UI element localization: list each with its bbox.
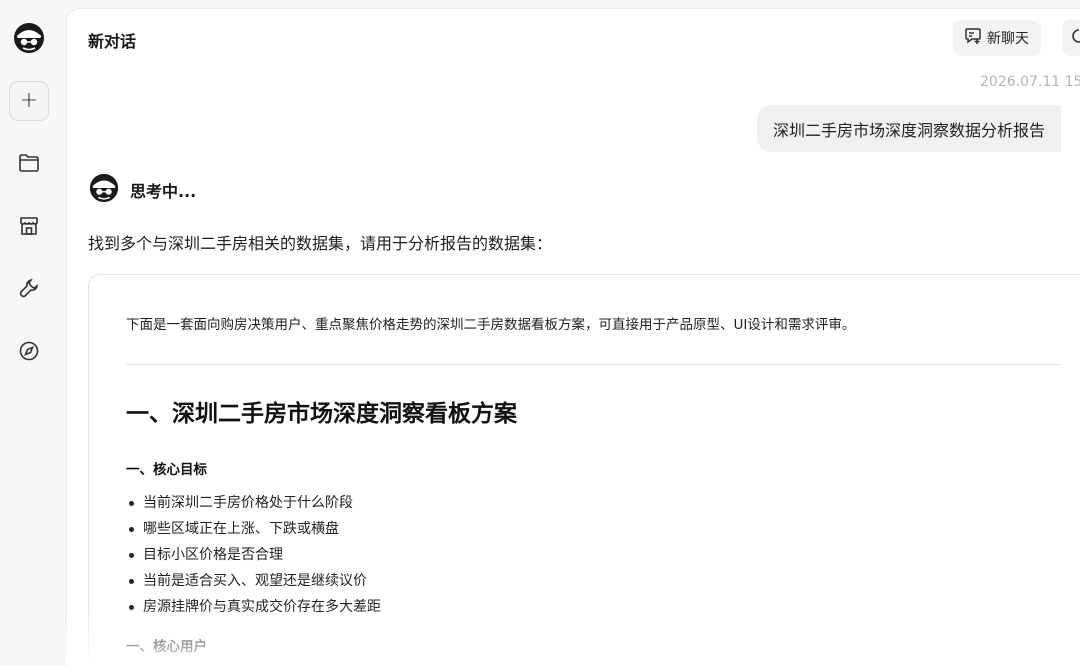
- report-card: 下面是一套面向购房决策用户、重点聚焦价格走势的深圳二手房数据看板方案，可直接用于…: [88, 274, 1080, 666]
- section-title-goals: 一、核心目标: [126, 462, 207, 478]
- list-item: 目标小区价格是否合理: [129, 542, 381, 568]
- new-chat-label: 新聊天: [987, 31, 1029, 47]
- card-heading: 一、深圳二手房市场深度洞察看板方案: [126, 401, 517, 427]
- user-message-bubble: 深圳二手房市场深度洞察数据分析报告: [757, 105, 1062, 152]
- wrench-icon[interactable]: [9, 268, 49, 308]
- list-item: 哪些区域正在上涨、下跌或横盘: [129, 516, 381, 542]
- assistant-reply-text: 找到多个与深圳二手房相关的数据集，请用于分析报告的数据集：: [88, 234, 553, 253]
- history-button[interactable]: [1062, 20, 1080, 56]
- card-intro-text: 下面是一套面向购房决策用户、重点聚焦价格走势的深圳二手房数据看板方案，可直接用于…: [126, 317, 856, 333]
- divider: [126, 364, 1061, 365]
- store-icon[interactable]: [9, 206, 49, 246]
- page-title: 新对话: [88, 32, 137, 51]
- add-button[interactable]: +: [9, 81, 49, 121]
- chat-plus-icon: [963, 27, 983, 49]
- list-item: 当前是适合买入、观望还是继续议价: [129, 568, 381, 594]
- section-title-users: 一、核心用户: [126, 639, 207, 655]
- folder-icon[interactable]: [9, 143, 49, 183]
- compass-icon[interactable]: [9, 331, 49, 371]
- thinking-indicator: 思考中...: [88, 172, 196, 208]
- history-icon: [1070, 27, 1080, 49]
- thinking-label: 思考中...: [130, 182, 197, 201]
- sidebar: +: [0, 0, 66, 666]
- spy-avatar-icon[interactable]: [9, 18, 49, 58]
- list-item: 房源挂牌价与真实成交价存在多大差距: [129, 594, 381, 620]
- goals-list: 当前深圳二手房价格处于什么阶段 哪些区域正在上涨、下跌或横盘 目标小区价格是否合…: [129, 490, 381, 620]
- plus-icon: +: [19, 88, 39, 113]
- message-timestamp: 2026.07.11 15: [980, 74, 1080, 90]
- assistant-avatar-icon: [88, 172, 120, 208]
- chat-panel: 新对话 新聊天 2026.07.11 15 深圳二手房市场深度洞察数据分析报告: [66, 8, 1080, 666]
- user-message-text: 深圳二手房市场深度洞察数据分析报告: [773, 120, 1046, 140]
- list-item: 当前深圳二手房价格处于什么阶段: [129, 490, 381, 516]
- new-chat-button[interactable]: 新聊天: [953, 20, 1041, 56]
